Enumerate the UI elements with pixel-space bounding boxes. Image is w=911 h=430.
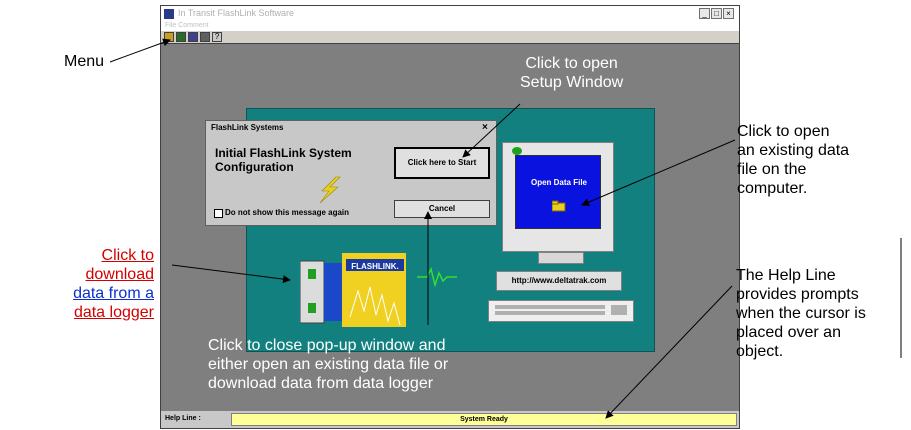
- arrow-setup: [462, 103, 521, 158]
- arrow-help-line: [605, 285, 733, 419]
- arrow-menu: [109, 38, 171, 63]
- arrow-open-file: [581, 139, 736, 206]
- arrow-download: [171, 264, 291, 284]
- annotation-arrows: [109, 38, 902, 419]
